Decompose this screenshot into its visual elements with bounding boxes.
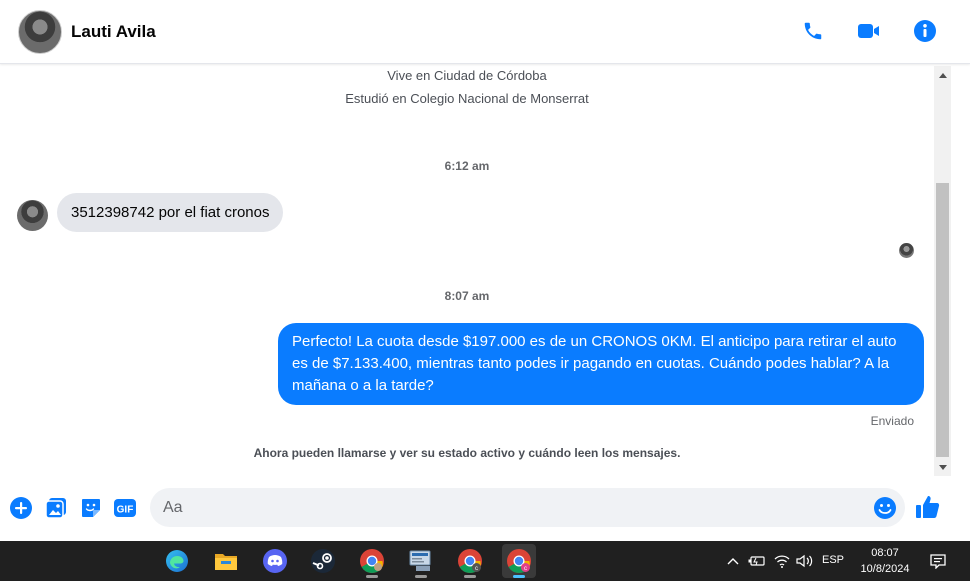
edge-icon xyxy=(166,550,188,572)
battery-status[interactable] xyxy=(747,541,767,581)
outgoing-message-bubble[interactable]: Perfecto! La cuota desde $197.000 es de … xyxy=(278,323,924,405)
profile-education: Estudió en Colegio Nacional de Monserrat xyxy=(345,91,589,106)
chrome-icon xyxy=(360,549,384,573)
scroll-down-button[interactable] xyxy=(934,459,951,476)
photo-icon xyxy=(45,498,66,519)
scroll-up-button[interactable] xyxy=(934,66,951,83)
privacy-notice: Ahora pueden llamarse y ver su estado ac… xyxy=(253,446,681,460)
sticker-button[interactable] xyxy=(78,495,104,521)
taskbar-edge[interactable] xyxy=(160,544,194,578)
chrome-profile-active-icon: c xyxy=(507,549,531,573)
file-explorer-icon xyxy=(215,554,237,570)
remote-desktop-icon xyxy=(409,550,431,571)
speaker-icon xyxy=(796,554,813,568)
clock-time: 08:07 xyxy=(871,547,899,559)
chrome-profile-icon: c xyxy=(458,549,482,573)
arrow-up-icon xyxy=(938,72,947,78)
arrow-down-icon xyxy=(938,464,947,470)
message-timestamp: 8:07 am xyxy=(444,289,490,303)
taskbar-steam[interactable] xyxy=(306,544,340,578)
plus-icon xyxy=(10,497,32,519)
show-hidden-icons-button[interactable] xyxy=(724,541,742,581)
smiley-icon xyxy=(874,497,896,519)
message-scrollbar[interactable] xyxy=(934,66,951,476)
taskbar-clock[interactable]: 08:07 10/8/2024 xyxy=(855,545,915,577)
taskbar-remote-desktop[interactable] xyxy=(404,544,438,578)
wifi-status[interactable] xyxy=(772,541,792,581)
phone-call-button[interactable] xyxy=(798,16,828,46)
taskbar-chrome-profile-active[interactable]: c xyxy=(502,544,536,578)
taskbar-discord[interactable] xyxy=(258,544,292,578)
taskbar-chrome-profile[interactable]: c xyxy=(453,544,487,578)
profile-location: Vive en Ciudad de Córdoba xyxy=(387,68,547,83)
gif-label: GIF xyxy=(117,505,134,516)
svg-text:c: c xyxy=(475,566,478,572)
taskbar-chrome[interactable] xyxy=(355,544,389,578)
incoming-message-bubble[interactable]: 3512398742 por el fiat cronos xyxy=(57,193,284,232)
info-icon xyxy=(914,20,936,42)
taskbar-file-explorer[interactable] xyxy=(209,544,243,578)
battery-icon xyxy=(748,556,765,566)
message-input[interactable] xyxy=(150,488,860,527)
steam-icon xyxy=(311,549,335,573)
attach-photo-button[interactable] xyxy=(43,495,69,521)
svg-text:c: c xyxy=(524,566,527,572)
message-composer: GIF xyxy=(0,478,970,541)
scroll-thumb[interactable] xyxy=(936,183,949,457)
contact-avatar[interactable] xyxy=(18,9,62,54)
message-input-wrapper xyxy=(150,488,905,527)
more-actions-button[interactable] xyxy=(8,495,34,521)
chat-header: Lauti Avila xyxy=(0,0,970,64)
volume-control[interactable] xyxy=(795,541,815,581)
discord-icon xyxy=(263,549,287,573)
sender-avatar[interactable] xyxy=(17,200,48,231)
thumbs-up-icon xyxy=(916,496,940,518)
message-timestamp: 6:12 am xyxy=(444,159,490,173)
conversation-info-button[interactable] xyxy=(910,16,940,46)
chevron-up-icon xyxy=(727,558,739,565)
video-camera-icon xyxy=(858,24,879,38)
messenger-window: Lauti Avila Vive en Ciudad de Córdoba Es… xyxy=(0,0,970,541)
video-call-button[interactable] xyxy=(854,16,884,46)
sticker-icon xyxy=(82,499,100,517)
wifi-icon xyxy=(774,555,790,568)
message-thread[interactable]: Vive en Ciudad de Córdoba Estudió en Col… xyxy=(0,64,934,478)
windows-taskbar: c c ESP 08:07 10/8/2024 xyxy=(0,541,970,581)
notifications-button[interactable] xyxy=(928,541,948,581)
gif-button[interactable]: GIF xyxy=(112,495,138,521)
input-language[interactable]: ESP xyxy=(822,554,844,566)
gif-icon: GIF xyxy=(114,499,136,517)
notification-icon xyxy=(930,554,946,569)
read-receipt-avatar xyxy=(899,243,914,258)
contact-name[interactable]: Lauti Avila xyxy=(71,22,156,42)
header-actions xyxy=(798,16,940,46)
emoji-button[interactable] xyxy=(873,496,897,520)
clock-date: 10/8/2024 xyxy=(860,563,910,575)
sent-status: Enviado xyxy=(870,414,914,428)
send-like-button[interactable] xyxy=(915,494,941,520)
phone-icon xyxy=(804,22,822,40)
